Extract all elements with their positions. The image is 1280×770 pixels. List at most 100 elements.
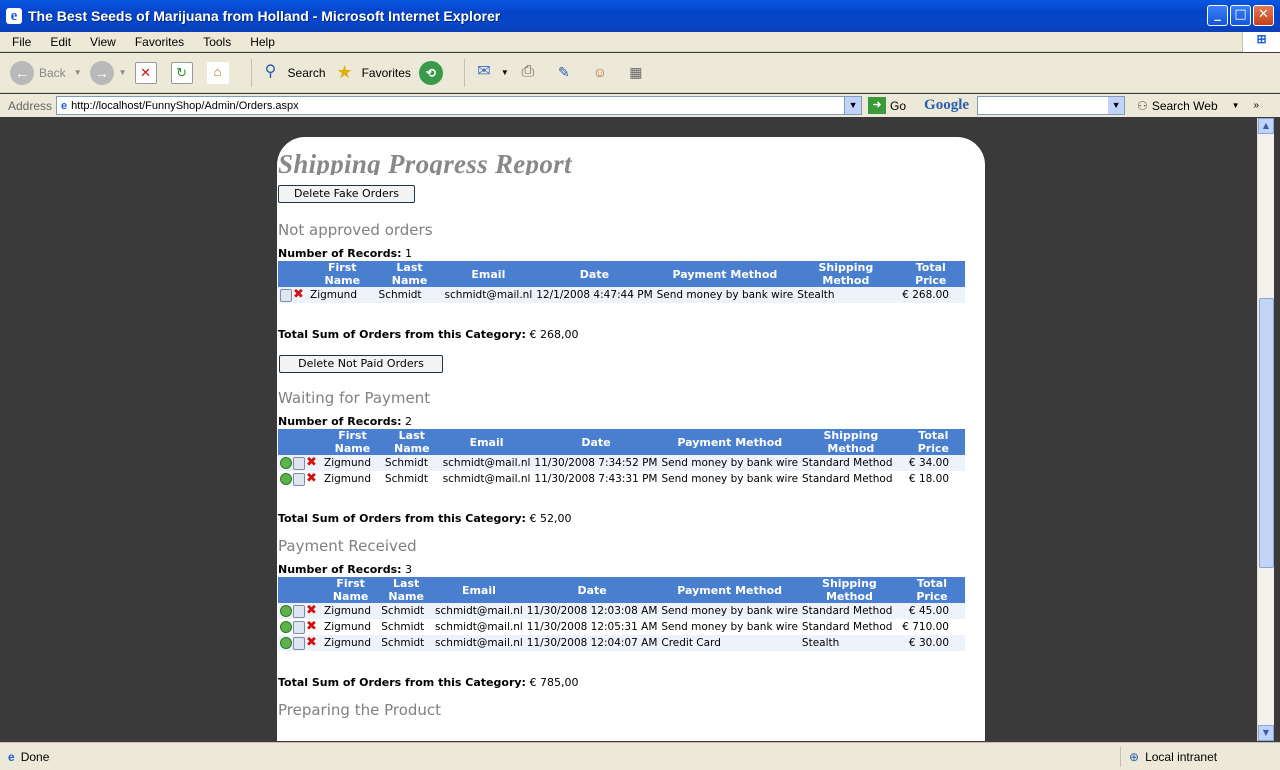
messenger-button[interactable]: ☺: [589, 62, 617, 84]
col-shipping-method[interactable]: Shipping Method: [800, 429, 902, 455]
search-button[interactable]: ⚲ Search: [260, 62, 326, 84]
col-first-name[interactable]: First Name: [322, 429, 383, 455]
maximize-button[interactable]: □: [1230, 5, 1251, 26]
delete-not-paid-orders-button[interactable]: Delete Not Paid Orders: [279, 355, 443, 373]
edit-icon: ✎: [557, 63, 570, 80]
col-shipping-method[interactable]: Shipping Method: [799, 577, 899, 603]
research-button[interactable]: ▦: [625, 62, 653, 84]
stop-button[interactable]: ✕: [134, 61, 163, 84]
col-first-name[interactable]: First Name: [322, 577, 380, 603]
menu-help[interactable]: Help: [238, 35, 282, 49]
col-total-price[interactable]: Total Price: [896, 261, 965, 287]
window-title: The Best Seeds of Marijuana from Holland…: [28, 8, 501, 24]
category-total: Total Sum of Orders from this Category: …: [278, 676, 579, 689]
approve-icon[interactable]: [280, 605, 292, 617]
address-label: Address: [8, 98, 53, 113]
table-header: First Name Last Name Email Date Payment …: [278, 577, 965, 603]
back-label: Back: [39, 65, 66, 80]
windows-logo-icon: ⊞: [1242, 32, 1280, 52]
go-button[interactable]: ➜ Go: [868, 97, 906, 114]
home-button[interactable]: ⌂: [206, 61, 235, 84]
col-last-name[interactable]: Last Name: [376, 261, 443, 287]
delete-order-icon[interactable]: ✖: [306, 604, 317, 617]
view-order-icon[interactable]: [293, 456, 305, 470]
delete-order-icon[interactable]: ✖: [293, 288, 304, 301]
orders-table: First Name Last Name Email Date Payment …: [278, 577, 965, 651]
close-button[interactable]: ✕: [1253, 5, 1274, 26]
star-icon: ★: [336, 61, 353, 82]
status-bar: e Done ⊕ Local intranet: [0, 742, 1280, 770]
section-title: Payment Received: [278, 537, 417, 555]
scroll-up-icon[interactable]: ▲: [1258, 118, 1274, 134]
records-count: Number of Records: 3: [278, 563, 413, 576]
approve-icon[interactable]: [280, 473, 292, 485]
col-payment-method[interactable]: Payment Method: [654, 261, 796, 287]
address-input[interactable]: e http://localhost/FunnyShop/Admin/Order…: [56, 96, 863, 115]
col-payment-method[interactable]: Payment Method: [659, 429, 801, 455]
approve-icon[interactable]: [280, 637, 292, 649]
mail-button[interactable]: ✉ ▼: [473, 62, 509, 84]
scrollbar-thumb[interactable]: [1259, 298, 1274, 568]
search-icon: ⚲: [264, 62, 277, 80]
scroll-down-icon[interactable]: ▼: [1258, 725, 1274, 741]
table-row: ✖ Zigmund Schmidt schmidt@mail.nl 11/30/200…: [278, 471, 965, 487]
approve-icon[interactable]: [280, 621, 292, 633]
col-date[interactable]: Date: [524, 577, 660, 603]
category-total: Total Sum of Orders from this Category: …: [278, 512, 572, 525]
view-order-icon[interactable]: [293, 620, 305, 634]
forward-button[interactable]: → ▼: [89, 60, 127, 85]
menu-edit[interactable]: Edit: [38, 35, 78, 49]
col-date[interactable]: Date: [534, 261, 655, 287]
search-web-button[interactable]: ⚇ Search Web ▼»: [1137, 99, 1259, 113]
research-icon: ▦: [629, 63, 643, 80]
favorites-button[interactable]: ★ Favorites: [334, 61, 410, 84]
menu-file[interactable]: File: [0, 35, 38, 49]
menu-view[interactable]: View: [78, 35, 123, 49]
print-button[interactable]: ⎙: [517, 62, 545, 84]
history-button[interactable]: ⟲: [418, 60, 448, 85]
view-order-icon[interactable]: [293, 472, 305, 486]
minimize-button[interactable]: _: [1207, 5, 1228, 26]
delete-fake-orders-button[interactable]: Delete Fake Orders: [278, 185, 415, 203]
refresh-button[interactable]: ↻: [170, 61, 199, 84]
col-date[interactable]: Date: [532, 429, 660, 455]
delete-order-icon[interactable]: ✖: [306, 620, 317, 633]
col-total-price[interactable]: Total Price: [898, 577, 965, 603]
edit-button[interactable]: ✎: [553, 62, 581, 84]
approve-icon[interactable]: [280, 457, 292, 469]
col-last-name[interactable]: Last Name: [379, 577, 434, 603]
page-title: Shipping Progress Report: [278, 149, 572, 175]
view-order-icon[interactable]: [293, 636, 305, 650]
col-email[interactable]: Email: [433, 577, 525, 603]
col-last-name[interactable]: Last Name: [382, 429, 441, 455]
view-order-icon[interactable]: [293, 604, 305, 618]
col-total-price[interactable]: Total Price: [901, 429, 965, 455]
table-row: ✖ Zigmund Schmidt schmidt@mail.nl 11/30/200…: [278, 603, 965, 619]
vertical-scrollbar[interactable]: ▲ ▼: [1257, 118, 1274, 741]
section-title: Not approved orders: [278, 221, 433, 239]
messenger-icon: ☺: [592, 63, 607, 80]
menu-favorites[interactable]: Favorites: [123, 35, 191, 49]
google-logo[interactable]: Google: [924, 97, 969, 114]
forward-arrow-icon: →: [89, 60, 114, 85]
view-order-icon[interactable]: [280, 288, 292, 302]
col-first-name[interactable]: First Name: [308, 261, 377, 287]
table-row: ✖ Zigmund Schmidt schmidt@mail.nl 11/30/200…: [278, 635, 965, 651]
col-shipping-method[interactable]: Shipping Method: [795, 261, 897, 287]
address-dropdown-icon[interactable]: ▼: [844, 97, 862, 114]
menu-tools[interactable]: Tools: [191, 35, 238, 49]
col-payment-method[interactable]: Payment Method: [659, 577, 800, 603]
history-icon: ⟲: [418, 60, 443, 85]
delete-order-icon[interactable]: ✖: [306, 472, 317, 485]
google-dropdown-icon[interactable]: ▼: [1108, 97, 1125, 114]
col-email[interactable]: Email: [440, 429, 533, 455]
stop-icon: ✕: [134, 61, 157, 84]
binoculars-icon: ⚇: [1137, 98, 1148, 113]
toolbar-separator: [463, 58, 465, 87]
delete-order-icon[interactable]: ✖: [306, 636, 317, 649]
back-button[interactable]: ← Back ▼: [10, 60, 82, 85]
delete-order-icon[interactable]: ✖: [306, 456, 317, 469]
google-search-input[interactable]: ▼: [977, 96, 1126, 115]
col-email[interactable]: Email: [442, 261, 535, 287]
table-row: ✖ Zigmund Schmidt schmidt@mail.nl 11/30/200…: [278, 455, 965, 471]
